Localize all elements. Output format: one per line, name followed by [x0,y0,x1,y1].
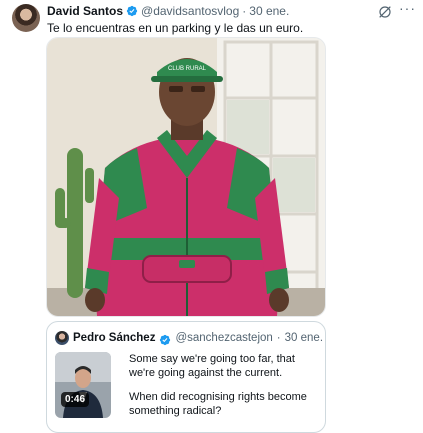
quoted-separator-dot: · [276,332,281,344]
tweet-date[interactable]: 30 ene. [249,4,289,18]
quoted-video-thumbnail[interactable]: 0:46 [55,352,111,418]
video-duration: 0:46 [61,392,90,407]
more-icon[interactable]: ··· [399,1,417,18]
quoted-author-handle: @sanchezcastejon [175,332,273,344]
tweet-photo[interactable]: CLUB RURAL [46,37,326,317]
quoted-author-avatar [55,331,69,345]
grok-icon[interactable] [377,4,393,20]
verified-icon [126,5,138,17]
author-name[interactable]: David Santos [47,4,123,18]
quoted-tweet-card[interactable]: Pedro Sánchez @sanchezcastejon · 30 ene.… [46,321,326,433]
tweet-header: David Santos @davidsantosvlog · 30 ene. [47,3,393,19]
quoted-paragraph-1: Some say we're going too far, that we're… [129,353,295,379]
quoted-date: 30 ene. [284,332,324,344]
author-avatar[interactable] [12,4,40,32]
tweet-text: Te lo encuentras en un parking y le das … [47,21,304,35]
quoted-text: Some say we're going too far, that we're… [129,352,314,428]
quoted-verified-icon [160,334,171,346]
quoted-author-name: Pedro Sánchez [73,332,156,344]
separator-dot: · [242,4,247,18]
cap-logo-text: CLUB RURAL [168,66,207,72]
quoted-header: Pedro Sánchez @sanchezcastejon · 30 ene. [55,330,323,346]
author-handle[interactable]: @davidsantosvlog [141,4,239,18]
quoted-paragraph-2: When did recognising rights become somet… [129,391,307,417]
